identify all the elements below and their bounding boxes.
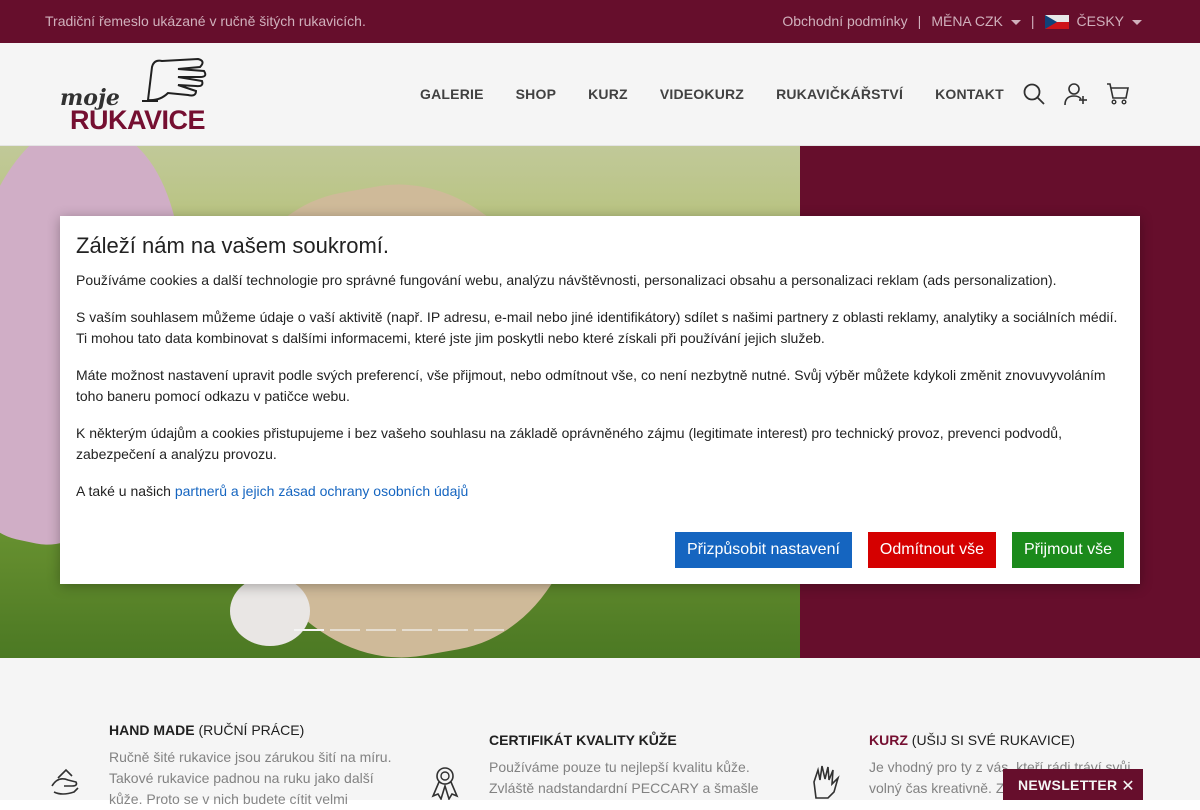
cookie-consent-dialog: Záleží nám na vašem soukromí. Používáme … (60, 216, 1140, 584)
reject-all-button[interactable]: Odmítnout vše (867, 532, 996, 568)
cookie-paragraph-1: Používáme cookies a další technologie pr… (76, 272, 1057, 288)
cookie-partners-prefix: A také u našich (76, 483, 171, 499)
customize-settings-button[interactable]: Přizpůsobit nastavení (674, 532, 852, 568)
accept-all-button[interactable]: Přijmout vše (1011, 532, 1124, 568)
cookie-title: Záleží nám na vašem soukromí. (76, 233, 390, 258)
partners-privacy-link[interactable]: partnerů a jejich zásad ochrany osobních… (175, 483, 468, 499)
cookie-buttons: Přizpůsobit nastavení Odmítnout vše Přij… (674, 532, 1124, 568)
cookie-paragraph-2: S vaším souhlasem můžeme údaje o vaší ak… (76, 309, 1118, 346)
cookie-paragraph-5: A také u našich partnerů a jejich zásad … (76, 481, 1124, 502)
cookie-paragraph-3: Máte možnost nastavení upravit podle svý… (76, 367, 1106, 404)
cookie-paragraph-4: K některým údajům a cookies přistupujeme… (76, 425, 1062, 462)
